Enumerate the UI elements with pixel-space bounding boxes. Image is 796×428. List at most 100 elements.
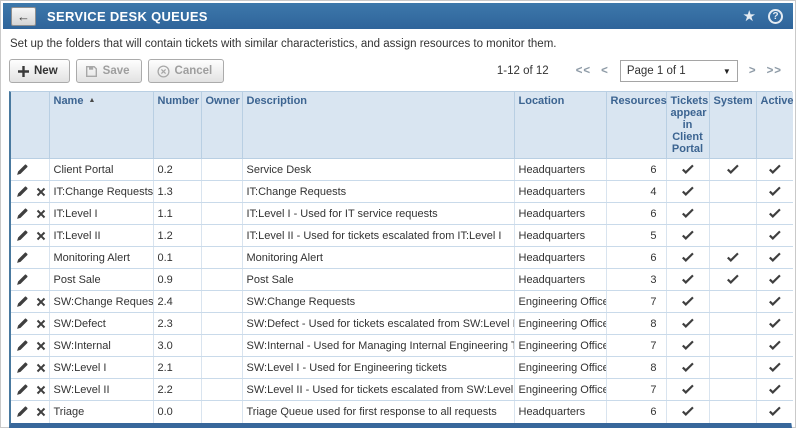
delete-x-icon[interactable] <box>36 231 46 241</box>
delete-x-icon[interactable] <box>36 319 46 329</box>
table-row: SW:Change Requests2.4SW:Change RequestsE… <box>11 291 793 313</box>
cell-actions <box>11 203 49 225</box>
first-page-button[interactable]: << <box>576 65 591 77</box>
edit-pencil-icon[interactable] <box>16 383 29 396</box>
cell-active <box>756 269 793 291</box>
edit-pencil-icon[interactable] <box>16 273 29 286</box>
cell-client_portal <box>666 269 709 291</box>
cell-name: Post Sale <box>49 269 153 291</box>
edit-pencil-icon[interactable] <box>16 361 29 374</box>
cell-system <box>709 269 756 291</box>
last-page-button[interactable]: >> <box>767 65 782 77</box>
col-header-description[interactable]: Description <box>242 92 514 159</box>
favorite-star-icon[interactable]: ★ <box>743 9 756 24</box>
check-icon <box>681 340 694 351</box>
page-select[interactable]: Page 1 of 1 ▼ <box>620 60 738 82</box>
circle-x-icon <box>157 65 170 78</box>
next-page-button[interactable]: > <box>749 65 757 77</box>
table-row: Monitoring Alert0.1Monitoring AlertHeadq… <box>11 247 793 269</box>
cell-system <box>709 357 756 379</box>
edit-pencil-icon[interactable] <box>16 317 29 330</box>
cell-owner <box>201 291 242 313</box>
col-header-resources[interactable]: Resources <box>606 92 666 159</box>
cell-active <box>756 401 793 423</box>
check-icon <box>681 296 694 307</box>
cell-resources: 5 <box>606 225 666 247</box>
cancel-button[interactable]: Cancel <box>148 59 225 83</box>
cell-name: SW:Level II <box>49 379 153 401</box>
col-header-owner[interactable]: Owner <box>201 92 242 159</box>
queues-table: Name ▲ NumberOwnerDescription Location Resou… <box>11 92 793 423</box>
cell-client_portal <box>666 291 709 313</box>
check-icon <box>768 406 781 417</box>
cell-description: SW:Defect - Used for tickets escalated f… <box>242 313 514 335</box>
cell-actions <box>11 225 49 247</box>
check-icon <box>681 318 694 329</box>
new-button[interactable]: New <box>9 59 70 83</box>
col-header-label: Active <box>761 95 794 107</box>
save-button[interactable]: Save <box>76 59 142 83</box>
col-header-active[interactable]: Active <box>756 92 793 159</box>
edit-pencil-icon[interactable] <box>16 229 29 242</box>
new-button-label: New <box>34 65 58 77</box>
sort-asc-icon: ▲ <box>88 97 95 104</box>
delete-x-icon[interactable] <box>36 341 46 351</box>
col-header-name[interactable]: Name ▲ <box>49 92 153 159</box>
cell-location: Engineering Office <box>514 313 606 335</box>
cell-owner <box>201 181 242 203</box>
cell-number: 1.3 <box>153 181 201 203</box>
delete-x-icon[interactable] <box>36 363 46 373</box>
delete-x-icon[interactable] <box>36 407 46 417</box>
cell-resources: 7 <box>606 335 666 357</box>
record-range-label: 1-12 of 12 <box>497 65 549 77</box>
table-row: SW:Level II2.2SW:Level II - Used for tic… <box>11 379 793 401</box>
delete-x-icon[interactable] <box>36 385 46 395</box>
edit-pencil-icon[interactable] <box>16 251 29 264</box>
cell-name: SW:Defect <box>49 313 153 335</box>
edit-pencil-icon[interactable] <box>16 207 29 220</box>
cell-system <box>709 159 756 181</box>
col-header-client_portal[interactable]: Tickets appear in Client Portal <box>666 92 709 159</box>
cell-client_portal <box>666 159 709 181</box>
table-row: SW:Level I2.1SW:Level I - Used for Engin… <box>11 357 793 379</box>
edit-pencil-icon[interactable] <box>16 185 29 198</box>
cell-location: Headquarters <box>514 203 606 225</box>
cell-client_portal <box>666 313 709 335</box>
cell-owner <box>201 379 242 401</box>
col-header-label: Name <box>54 95 84 107</box>
cell-resources: 3 <box>606 269 666 291</box>
cell-description: IT:Change Requests <box>242 181 514 203</box>
delete-x-icon[interactable] <box>36 297 46 307</box>
table-row: Triage0.0Triage Queue used for first res… <box>11 401 793 423</box>
back-button[interactable]: ← <box>11 7 36 26</box>
check-icon <box>681 384 694 395</box>
edit-pencil-icon[interactable] <box>16 163 29 176</box>
cell-name: SW:Level I <box>49 357 153 379</box>
cell-actions <box>11 379 49 401</box>
help-icon[interactable]: ? <box>768 9 783 24</box>
cell-name: Triage <box>49 401 153 423</box>
cell-active <box>756 159 793 181</box>
edit-pencil-icon[interactable] <box>16 339 29 352</box>
cell-system <box>709 379 756 401</box>
col-header-system[interactable]: System <box>709 92 756 159</box>
col-header-location[interactable]: Location <box>514 92 606 159</box>
check-icon <box>768 384 781 395</box>
cell-resources: 8 <box>606 313 666 335</box>
cell-description: SW:Change Requests <box>242 291 514 313</box>
service-desk-queues-page: ← SERVICE DESK QUEUES ★ ? Set up the fol… <box>0 0 796 428</box>
cell-owner <box>201 203 242 225</box>
cell-active <box>756 291 793 313</box>
prev-page-button[interactable]: < <box>601 65 609 77</box>
delete-x-icon[interactable] <box>36 187 46 197</box>
cell-active <box>756 357 793 379</box>
edit-pencil-icon[interactable] <box>16 405 29 418</box>
col-header-number[interactable]: Number <box>153 92 201 159</box>
edit-pencil-icon[interactable] <box>16 295 29 308</box>
col-header-label: Location <box>519 95 565 107</box>
check-icon <box>681 362 694 373</box>
delete-x-icon[interactable] <box>36 209 46 219</box>
cell-name: IT:Level I <box>49 203 153 225</box>
cell-owner <box>201 269 242 291</box>
cell-active <box>756 379 793 401</box>
